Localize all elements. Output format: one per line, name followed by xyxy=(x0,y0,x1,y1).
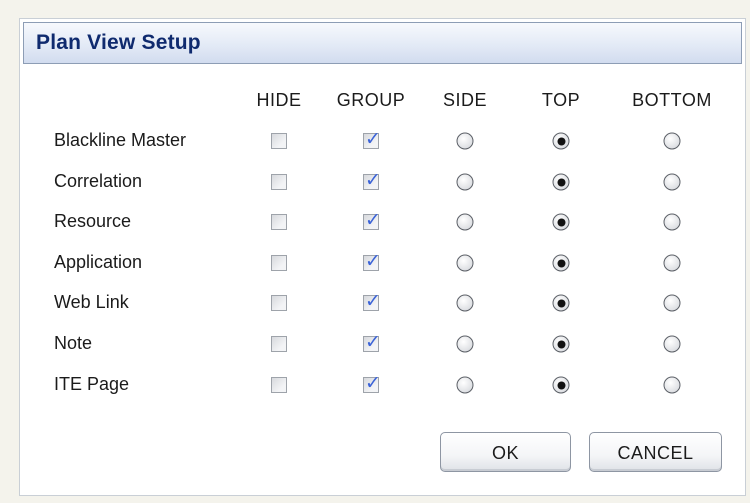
row-label-note: Note xyxy=(54,333,93,353)
bottom-radio-note[interactable] xyxy=(663,335,681,353)
group-checkbox-application[interactable] xyxy=(363,250,381,272)
row-label-resource: Resource xyxy=(54,211,132,231)
group-checkbox-web-link[interactable] xyxy=(363,290,381,312)
column-header-group: GROUP xyxy=(336,90,406,110)
group-checkbox-note[interactable] xyxy=(363,331,381,353)
dialog-title: Plan View Setup xyxy=(36,31,201,54)
row-label-blackline-master: Blackline Master xyxy=(54,130,187,150)
bottom-radio-blackline-master[interactable] xyxy=(663,132,681,150)
side-radio-resource[interactable] xyxy=(456,213,474,231)
bottom-radio-correlation[interactable] xyxy=(663,173,681,191)
hide-checkbox-correlation[interactable] xyxy=(271,174,287,190)
top-radio-correlation[interactable] xyxy=(552,173,570,191)
hide-checkbox-web-link[interactable] xyxy=(271,295,287,311)
group-checkbox-resource[interactable] xyxy=(363,209,381,231)
hide-checkbox-note[interactable] xyxy=(271,336,287,352)
ok-button[interactable]: OK xyxy=(440,432,571,472)
top-radio-blackline-master[interactable] xyxy=(552,132,570,150)
top-radio-ite-page[interactable] xyxy=(552,376,570,394)
side-radio-ite-page[interactable] xyxy=(456,376,474,394)
cancel-button[interactable]: CANCEL xyxy=(589,432,722,472)
row-label-correlation: Correlation xyxy=(54,171,143,191)
group-checkbox-ite-page[interactable] xyxy=(363,372,381,394)
side-radio-web-link[interactable] xyxy=(456,294,474,312)
column-header-side: SIDE xyxy=(442,90,488,110)
top-radio-application[interactable] xyxy=(552,254,570,272)
column-header-bottom: BOTTOM xyxy=(632,90,712,110)
side-radio-blackline-master[interactable] xyxy=(456,132,474,150)
side-radio-note[interactable] xyxy=(456,335,474,353)
top-radio-web-link[interactable] xyxy=(552,294,570,312)
bottom-radio-application[interactable] xyxy=(663,254,681,272)
top-radio-note[interactable] xyxy=(552,335,570,353)
top-radio-resource[interactable] xyxy=(552,213,570,231)
row-label-web-link: Web Link xyxy=(54,292,129,312)
row-label-ite-page: ITE Page xyxy=(54,374,130,394)
hide-checkbox-ite-page[interactable] xyxy=(271,377,287,393)
group-checkbox-blackline-master[interactable] xyxy=(363,128,381,150)
dialog-titlebar: Plan View Setup xyxy=(23,22,742,64)
bottom-radio-ite-page[interactable] xyxy=(663,376,681,394)
column-header-hide: HIDE xyxy=(256,90,302,110)
group-checkbox-correlation[interactable] xyxy=(363,169,381,191)
bottom-radio-web-link[interactable] xyxy=(663,294,681,312)
hide-checkbox-blackline-master[interactable] xyxy=(271,133,287,149)
column-header-top: TOP xyxy=(541,90,581,110)
hide-checkbox-application[interactable] xyxy=(271,255,287,271)
side-radio-application[interactable] xyxy=(456,254,474,272)
side-radio-correlation[interactable] xyxy=(456,173,474,191)
bottom-radio-resource[interactable] xyxy=(663,213,681,231)
hide-checkbox-resource[interactable] xyxy=(271,214,287,230)
row-label-application: Application xyxy=(54,252,143,272)
